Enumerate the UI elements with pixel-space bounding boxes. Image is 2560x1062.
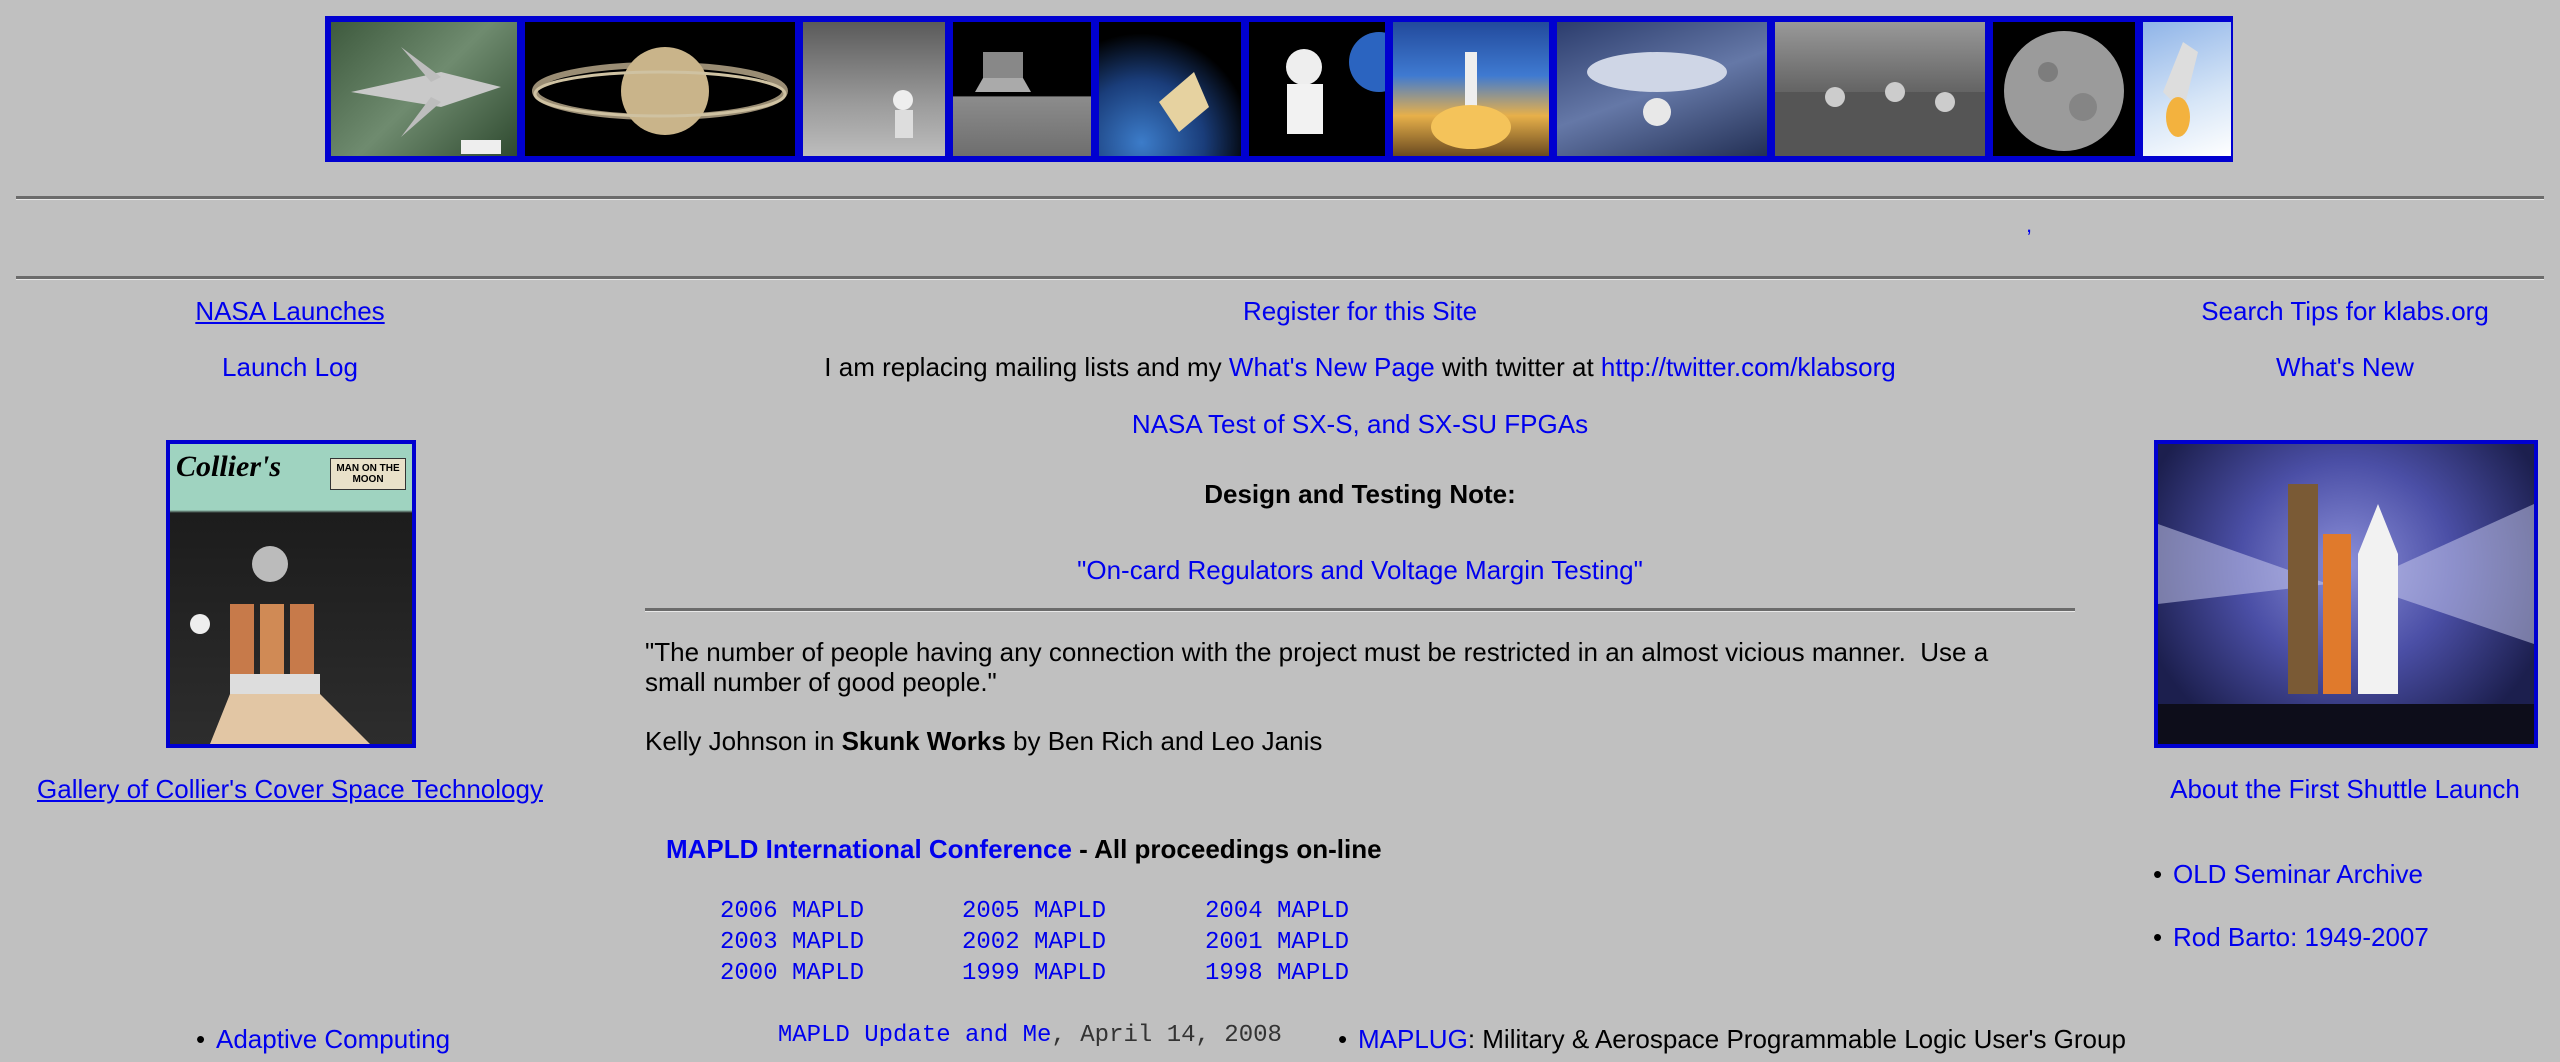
whats-new-link[interactable]: What's New xyxy=(2276,352,2414,382)
quote-attribution: Kelly Johnson in Skunk Works by Ben Rich… xyxy=(645,726,1322,756)
earth-capsule-thumb[interactable] xyxy=(1097,20,1243,158)
attribution-book: Skunk Works xyxy=(841,726,1006,756)
mapld-update-date: , April 14, 2008 xyxy=(1051,1022,1282,1049)
colliers-badge: MAN ON THE MOON xyxy=(330,458,406,490)
center-bottom-list: MAPLUG: Military & Aerospace Programmabl… xyxy=(1338,1024,2126,1054)
list-item: Rod Barto: 1949-2007 xyxy=(2153,922,2429,952)
adaptive-computing-link[interactable]: Adaptive Computing xyxy=(216,1024,450,1054)
twitter-url-link[interactable]: http://twitter.com/klabsorg xyxy=(1601,352,1896,382)
attribution-prefix: Kelly Johnson in xyxy=(645,726,842,756)
mapld-conference-link[interactable]: MAPLD International Conference xyxy=(666,834,1072,864)
nasa-fpga-test-link[interactable]: NASA Test of SX-S, and SX-SU FPGAs xyxy=(1132,409,1588,439)
mapld-heading-suffix: - All proceedings on-line xyxy=(1071,834,1382,864)
regulators-note-link[interactable]: "On-card Regulators and Voltage Margin T… xyxy=(1077,555,1643,585)
mapld-2006-link[interactable]: 2006 MAPLD xyxy=(720,898,864,925)
mapld-heading: MAPLD International Conference - All pro… xyxy=(666,834,1382,864)
mapld-2004-link[interactable]: 2004 MAPLD xyxy=(1205,898,1349,925)
left-bottom-list: Adaptive Computing xyxy=(196,1024,450,1054)
colliers-gallery-link[interactable]: Gallery of Collier's Cover Space Technol… xyxy=(37,774,543,804)
skunk-works-quote: "The number of people having any connect… xyxy=(645,637,1996,697)
mapld-2003-link[interactable]: 2003 MAPLD xyxy=(720,929,864,956)
old-seminar-archive-link[interactable]: OLD Seminar Archive xyxy=(2173,859,2423,889)
mapld-update-link[interactable]: MAPLD Update and Me xyxy=(778,1022,1052,1049)
twitter-prefix: I am replacing mailing lists and my xyxy=(824,352,1229,382)
mapld-1998-link[interactable]: 1998 MAPLD xyxy=(1205,960,1349,987)
shuttle-top-thumb[interactable] xyxy=(329,20,519,158)
lunar-module-thumb[interactable] xyxy=(951,20,1093,158)
register-link[interactable]: Register for this Site xyxy=(1243,296,1477,326)
shuttle-on-pad-illustration xyxy=(2158,484,2534,744)
mapld-2002-link[interactable]: 2002 MAPLD xyxy=(962,929,1106,956)
mapld-update-line: MAPLD Update and Me, April 14, 2008 xyxy=(749,989,1282,1051)
launch-log-link[interactable]: Launch Log xyxy=(222,352,358,382)
whats-new-page-link[interactable]: What's New Page xyxy=(1229,352,1435,382)
mapld-2001-link[interactable]: 2001 MAPLD xyxy=(1205,929,1349,956)
maplug-description: : Military & Aerospace Programmable Logi… xyxy=(1467,1024,2126,1054)
colliers-cover-image[interactable]: Collier's MAN ON THE MOON xyxy=(166,440,416,748)
divider-tick-link[interactable]: , xyxy=(2026,212,2032,238)
shuttle-launch-thumb[interactable] xyxy=(2141,20,2233,158)
lunar-surface-thumb[interactable] xyxy=(801,20,947,158)
attribution-suffix: by Ben Rich and Leo Janis xyxy=(1005,726,1323,756)
mission-control-thumb[interactable] xyxy=(1773,20,1987,158)
second-divider xyxy=(16,276,2544,280)
astronaut-thumb[interactable] xyxy=(1247,20,1387,158)
rod-barto-link[interactable]: Rod Barto: 1949-2007 xyxy=(2173,922,2429,952)
maplug-link[interactable]: MAPLUG xyxy=(1358,1024,1468,1054)
design-note-heading: Design and Testing Note: xyxy=(1204,479,1516,509)
list-item: Adaptive Computing xyxy=(196,1024,450,1054)
list-item: MAPLUG: Military & Aerospace Programmabl… xyxy=(1338,1024,2126,1054)
colliers-logo: Collier's xyxy=(176,450,282,483)
mapld-1999-link[interactable]: 1999 MAPLD xyxy=(962,960,1106,987)
moon-thumb[interactable] xyxy=(1991,20,2137,158)
twitter-notice: I am replacing mailing lists and my What… xyxy=(645,352,2075,382)
shuttle-bay-thumb[interactable] xyxy=(1555,20,1769,158)
top-divider xyxy=(16,196,2544,200)
search-tips-link[interactable]: Search Tips for klabs.org xyxy=(2201,296,2489,326)
saturn-thumb[interactable] xyxy=(523,20,797,158)
center-divider xyxy=(645,608,2075,612)
lunar-lander-illustration xyxy=(190,546,370,744)
mapld-2005-link[interactable]: 2005 MAPLD xyxy=(962,898,1106,925)
nasa-launches-link[interactable]: NASA Launches xyxy=(195,296,384,326)
twitter-middle: with twitter at xyxy=(1434,352,1601,382)
first-shuttle-launch-link[interactable]: About the First Shuttle Launch xyxy=(2170,774,2520,804)
first-shuttle-launch-image[interactable] xyxy=(2154,440,2538,748)
list-item: OLD Seminar Archive xyxy=(2153,859,2429,889)
mapld-2000-link[interactable]: 2000 MAPLD xyxy=(720,960,864,987)
right-list: OLD Seminar Archive Rod Barto: 1949-2007 xyxy=(2153,859,2429,952)
image-banner xyxy=(325,16,2233,162)
launch-thumb[interactable] xyxy=(1391,20,1551,158)
